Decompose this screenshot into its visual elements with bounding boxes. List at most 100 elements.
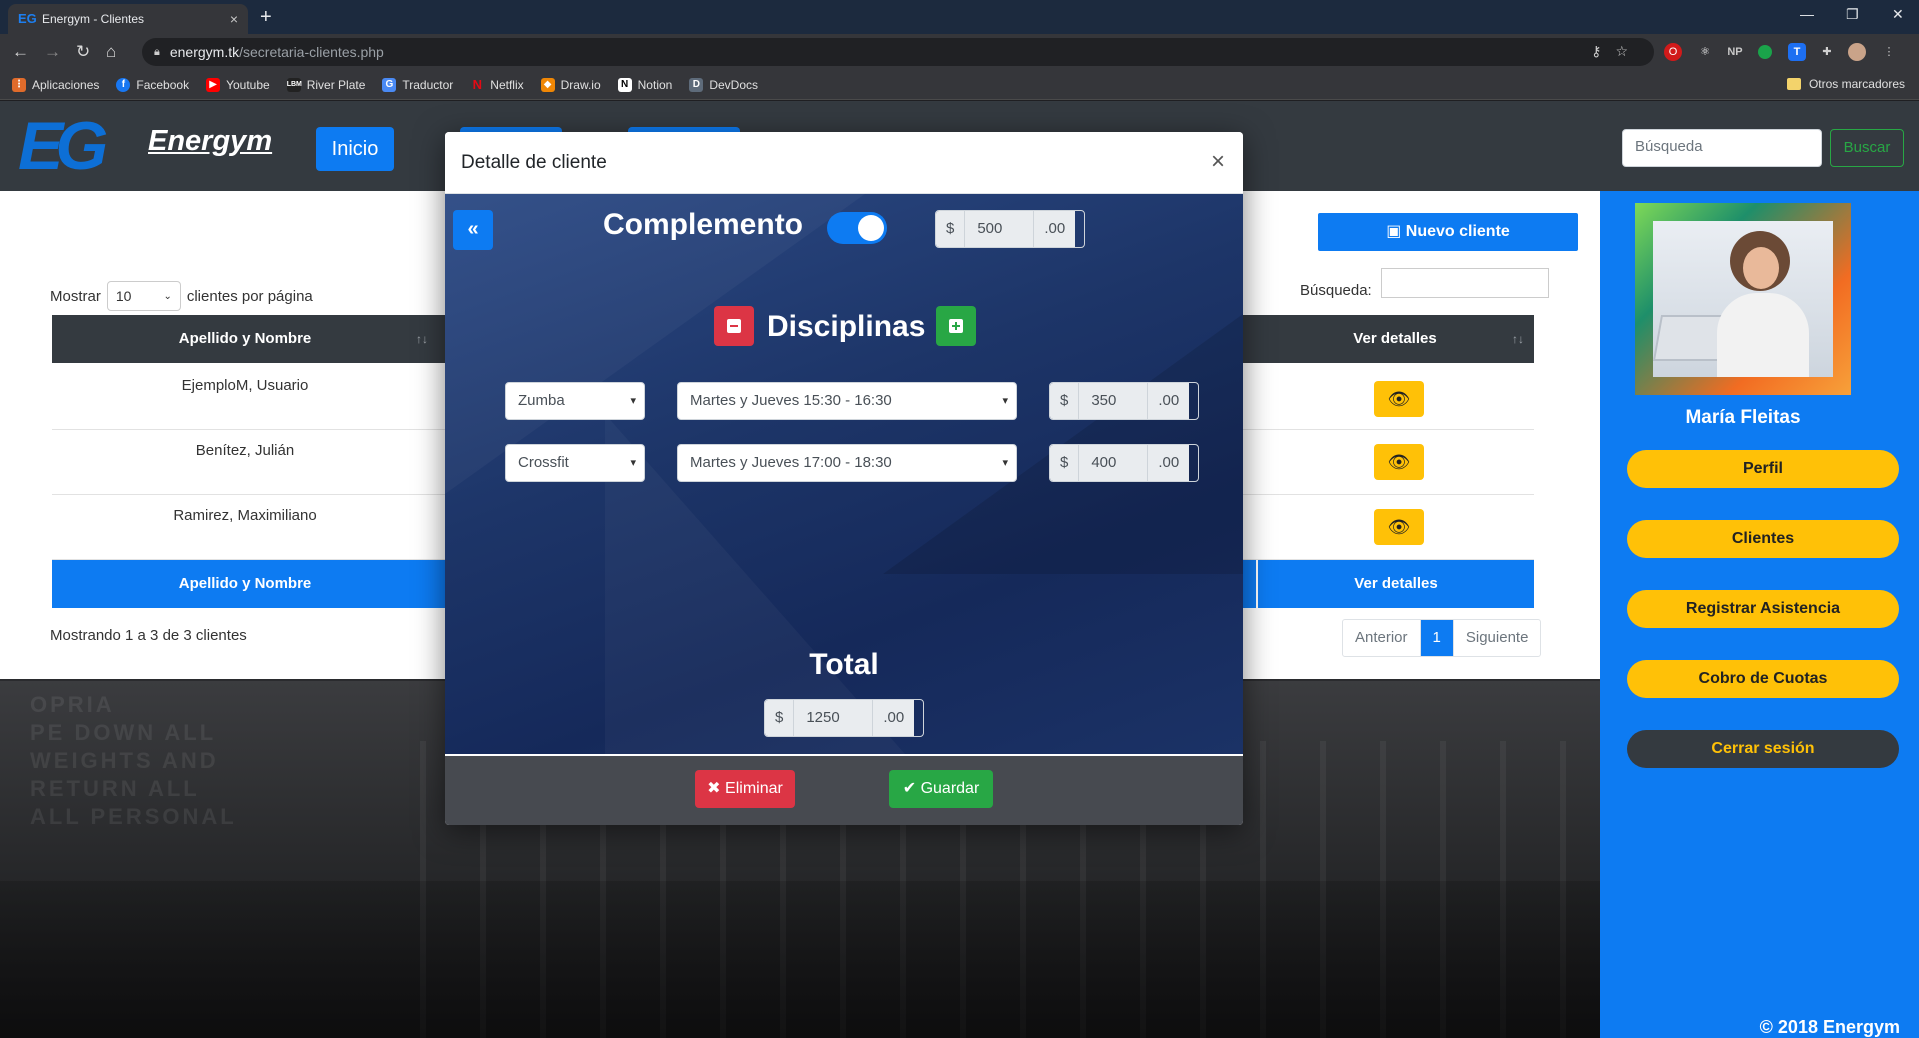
chevron-down-icon: ▾ <box>630 457 636 469</box>
logout-button[interactable]: Cerrar sesión <box>1627 730 1899 768</box>
window-close-icon[interactable]: ✕ <box>1892 6 1904 23</box>
apps-grid-icon: ⋮ <box>12 77 26 92</box>
modal-header: Detalle de cliente × <box>445 132 1243 194</box>
translate-extension-icon[interactable]: T <box>1788 43 1806 61</box>
save-button[interactable]: ✔ Guardar <box>889 770 993 808</box>
delete-button[interactable]: ✖ Eliminar <box>695 770 795 808</box>
puzzle-extension-icon[interactable]: ✚ <box>1818 43 1836 61</box>
column-header-name[interactable]: Apellido y Nombre ↑↓ <box>52 315 438 363</box>
tab-close-icon[interactable]: × <box>230 11 238 27</box>
page-size-select[interactable]: 10 ⌄ <box>106 281 181 311</box>
key-and-star-icons[interactable]: ⚷☆ <box>1591 43 1642 60</box>
eye-icon: 👁︎ <box>1387 388 1411 409</box>
forward-arrow-icon[interactable]: → <box>44 42 61 62</box>
currency-prefix: $ <box>936 211 965 247</box>
bookmark-river-plate[interactable]: LBM River Plate <box>286 77 365 92</box>
eye-icon: 👁︎ <box>1387 516 1411 537</box>
browser-tab[interactable]: EG Energym - Clientes × <box>8 4 248 34</box>
bookmark-drawio[interactable]: ◆ Draw.io <box>540 77 601 92</box>
complemento-amount-input[interactable]: 500 <box>964 211 1035 247</box>
cobro-de-cuotas-button[interactable]: Cobro de Cuotas <box>1627 660 1899 698</box>
energym-favicon-icon: EG <box>18 11 37 26</box>
netflix-icon: N <box>472 76 482 92</box>
translate-icon: G <box>382 77 397 92</box>
schedule-select[interactable]: Martes y Jueves 15:30 - 16:30 ▾ <box>677 382 1017 420</box>
view-details-button[interactable]: 👁︎ <box>1374 509 1424 545</box>
table-search-input[interactable] <box>1381 268 1549 298</box>
inicio-button[interactable]: Inicio <box>316 127 394 171</box>
bookmark-otros-marcadores[interactable]: Otros marcadores <box>1786 77 1905 91</box>
decimals-suffix: .00 <box>1034 211 1076 247</box>
clientes-button[interactable]: Clientes <box>1627 520 1899 558</box>
reload-icon[interactable]: ↻ <box>76 42 90 62</box>
discipline-amount-group: $ 400 .00 <box>1049 444 1199 482</box>
river-plate-icon: LBM <box>286 77 302 92</box>
green-dot-extension-icon[interactable] <box>1758 45 1772 59</box>
profile-avatar-icon[interactable] <box>1848 43 1866 61</box>
home-icon[interactable]: ⌂ <box>106 42 116 62</box>
minimize-icon[interactable]: — <box>1800 6 1814 22</box>
view-details-button[interactable]: 👁︎ <box>1374 444 1424 480</box>
bookmark-notion[interactable]: N Notion <box>617 77 672 92</box>
np-extension-icon[interactable]: NP <box>1726 43 1744 61</box>
footer-header-details: Ver detalles <box>1256 560 1534 608</box>
notion-icon: N <box>617 77 632 92</box>
address-bar[interactable]: 🔒︎ energym.tk /secretaria-clientes.php ⚷… <box>142 38 1654 66</box>
table-search-label: Búsqueda: <box>1300 282 1372 299</box>
discipline-amount-input[interactable]: 400 <box>1078 445 1149 481</box>
total-amount-input: 1250 <box>793 700 874 736</box>
modal-footer: ✖ Eliminar ✔ Guardar <box>445 754 1243 825</box>
registrar-asistencia-button[interactable]: Registrar Asistencia <box>1627 590 1899 628</box>
bookmark-devdocs[interactable]: D DevDocs <box>689 77 758 92</box>
chevron-down-icon: ▾ <box>630 395 636 407</box>
discipline-select[interactable]: Crossfit ▾ <box>505 444 645 482</box>
menu-dots-icon[interactable]: ⋮ <box>1880 43 1898 61</box>
check-icon: ✔ <box>902 780 921 797</box>
back-double-chevron-button[interactable]: « <box>453 210 493 250</box>
pagination-page-1[interactable]: 1 <box>1420 620 1454 656</box>
url-host: energym.tk <box>169 44 240 60</box>
page-size-control: Mostrar 10 ⌄ clientes por página <box>50 281 313 311</box>
client-name-cell: Ramirez, Maximiliano <box>173 507 317 524</box>
youtube-icon: ▶ <box>206 77 221 92</box>
bookmark-facebook[interactable]: f Facebook <box>116 77 189 92</box>
discipline-amount-input[interactable]: 350 <box>1078 383 1149 419</box>
client-detail-modal: Detalle de cliente × « Complemento $ 500… <box>445 132 1243 825</box>
pagination-previous[interactable]: Anterior <box>1343 620 1421 656</box>
pagination: Anterior 1 Siguiente <box>1342 619 1542 657</box>
drawio-icon: ◆ <box>540 77 555 92</box>
modal-title: Detalle de cliente <box>461 152 607 173</box>
new-tab-button[interactable]: + <box>260 6 272 28</box>
copyright: © 2018 Energym <box>1759 1017 1900 1037</box>
lock-icon: 🔒︎ <box>154 45 160 58</box>
column-header-details[interactable]: Ver detalles ↑↓ <box>1256 315 1534 363</box>
add-discipline-button[interactable] <box>936 306 976 346</box>
chevron-down-icon: ⌄ <box>163 290 172 302</box>
bookmark-youtube[interactable]: ▶ Youtube <box>206 77 270 92</box>
opera-extension-icon[interactable]: O <box>1664 43 1682 61</box>
remove-discipline-button[interactable] <box>714 306 754 346</box>
back-arrow-icon[interactable]: ← <box>12 42 29 62</box>
new-client-button[interactable]: ▣ Nuevo cliente <box>1318 213 1578 251</box>
bookmarks-bar: ⋮ Aplicaciones f Facebook ▶ Youtube LBM Rive… <box>0 70 1919 100</box>
view-details-button[interactable]: 👁︎ <box>1374 381 1424 417</box>
bookmark-netflix[interactable]: N Netflix <box>470 76 524 92</box>
complemento-heading: Complemento <box>603 208 804 241</box>
schedule-select[interactable]: Martes y Jueves 17:00 - 18:30 ▾ <box>677 444 1017 482</box>
react-extension-icon[interactable]: ⚛ <box>1696 43 1714 61</box>
navbar-search-input[interactable]: Búsqueda <box>1622 129 1822 167</box>
modal-close-icon[interactable]: × <box>1211 148 1225 176</box>
discipline-select[interactable]: Zumba ▾ <box>505 382 645 420</box>
perfil-button[interactable]: Perfil <box>1627 450 1899 488</box>
pagination-next[interactable]: Siguiente <box>1454 620 1541 656</box>
bookmark-traductor[interactable]: G Traductor <box>382 77 453 92</box>
restore-icon[interactable]: ❐ <box>1846 6 1859 23</box>
complemento-toggle[interactable] <box>827 212 887 244</box>
navbar-search-button[interactable]: Buscar <box>1830 129 1904 167</box>
pagination-info: Mostrando 1 a 3 de 3 clientes <box>50 627 247 644</box>
brand-name[interactable]: Energym <box>148 125 272 158</box>
discipline-amount-group: $ 350 .00 <box>1049 382 1199 420</box>
bookmark-aplicaciones[interactable]: ⋮ Aplicaciones <box>12 77 99 92</box>
energym-logo-icon[interactable]: EG <box>18 112 140 180</box>
user-sidebar: María Fleitas Perfil Clientes Registrar … <box>1600 191 1919 1038</box>
